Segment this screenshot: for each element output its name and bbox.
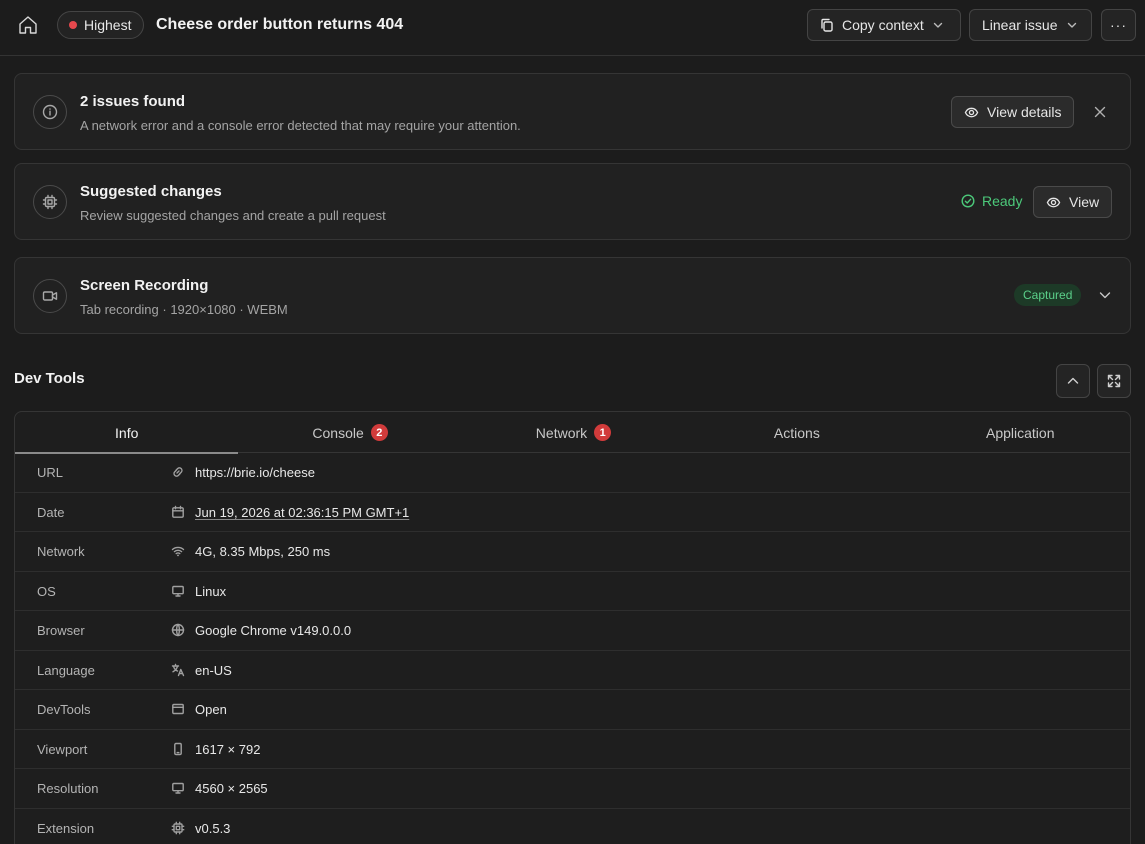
- tab-console-label: Console: [312, 424, 364, 441]
- tab-actions[interactable]: Actions: [685, 412, 908, 453]
- url-value[interactable]: https://brie.io/cheese: [195, 465, 315, 480]
- chip-icon: [171, 821, 185, 835]
- fullscreen-button[interactable]: [1097, 364, 1131, 398]
- dev-tools-title: Dev Tools: [14, 370, 85, 387]
- table-row: Date Jun 19, 2026 at 02:36:15 PM GMT+1: [15, 493, 1130, 532]
- info-icon: [33, 95, 67, 129]
- screen-recording-title: Screen Recording: [80, 277, 209, 294]
- calendar-icon: [171, 505, 185, 519]
- browser-value: Google Chrome v149.0.0.0: [195, 623, 352, 638]
- screen-recording-card[interactable]: Screen Recording Tab recording · 1920×10…: [14, 257, 1131, 334]
- chevron-up-icon: [1065, 373, 1081, 389]
- row-label: OS: [37, 583, 56, 599]
- monitor-icon: [171, 781, 185, 795]
- resolution-value: 4560 × 2565: [195, 781, 268, 796]
- dev-tools-panel: Info Console 2 Network 1 Actions Applica…: [14, 411, 1131, 844]
- chevron-down-icon: [932, 19, 944, 31]
- row-label: Language: [37, 662, 95, 678]
- network-value: 4G, 8.35 Mbps, 250 ms: [195, 544, 331, 559]
- row-label: Browser: [37, 623, 85, 638]
- tab-console[interactable]: Console 2: [238, 412, 461, 453]
- table-row: URL https://brie.io/cheese: [15, 453, 1130, 493]
- viewport-value: 1617 × 792: [195, 741, 261, 757]
- video-camera-icon: [33, 279, 67, 313]
- expand-icon: [1106, 373, 1122, 389]
- top-header: Highest Cheese order button returns 404 …: [0, 0, 1145, 56]
- chevron-down-icon[interactable]: [1097, 287, 1113, 303]
- table-row: Resolution 4560 × 2565: [15, 769, 1130, 809]
- home-icon[interactable]: [17, 14, 39, 36]
- tab-application-label: Application: [986, 424, 1055, 441]
- table-row: Language en-US: [15, 651, 1130, 690]
- globe-icon: [171, 623, 185, 637]
- language-value: en-US: [195, 662, 232, 678]
- phone-icon: [171, 742, 185, 756]
- network-count-badge: 1: [594, 424, 612, 441]
- extension-value: v0.5.3: [195, 820, 231, 836]
- tab-network[interactable]: Network 1: [462, 412, 685, 453]
- suggested-changes-subtitle: Review suggested changes and create a pu…: [80, 208, 386, 223]
- wifi-icon: [171, 544, 185, 558]
- tab-info[interactable]: Info: [15, 412, 239, 454]
- issue-title: Cheese order button returns 404: [156, 16, 404, 33]
- view-details-label: View details: [987, 104, 1062, 120]
- row-label: Date: [37, 504, 65, 520]
- tab-network-label: Network: [535, 424, 588, 441]
- row-label: Extension: [37, 820, 95, 836]
- screen-recording-subtitle: Tab recording · 1920×1080 · WEBM: [80, 302, 288, 317]
- ready-status: Ready: [961, 193, 1022, 209]
- devtools-value: Open: [195, 702, 227, 717]
- close-icon[interactable]: [1092, 104, 1108, 120]
- linear-issue-label: Linear issue: [982, 17, 1058, 33]
- copy-context-label: Copy context: [842, 17, 924, 33]
- dev-tools-tabs: Info Console 2 Network 1 Actions Applica…: [15, 412, 1130, 454]
- view-label: View: [1069, 194, 1100, 210]
- date-value[interactable]: Jun 19, 2026 at 02:36:15 PM GMT+1: [195, 505, 409, 520]
- check-circle-icon: [961, 194, 975, 208]
- row-label: Viewport: [37, 741, 88, 757]
- console-count-badge: 2: [370, 424, 388, 441]
- row-label: URL: [37, 465, 64, 480]
- table-row: Network 4G, 8.35 Mbps, 250 ms: [15, 532, 1130, 572]
- suggested-changes-title: Suggested changes: [80, 183, 222, 200]
- chip-icon: [33, 185, 67, 219]
- issues-card: 2 issues found A network error and a con…: [14, 73, 1131, 150]
- tab-info-label: Info: [115, 424, 139, 441]
- link-icon: [171, 465, 185, 479]
- row-label: Network: [37, 544, 85, 559]
- eye-icon: [1046, 195, 1061, 210]
- view-changes-button[interactable]: View: [1033, 186, 1112, 218]
- more-options-button[interactable]: ···: [1101, 9, 1136, 41]
- issues-title: 2 issues found: [80, 93, 186, 110]
- row-label: Resolution: [37, 781, 99, 796]
- priority-dot-icon: [69, 21, 77, 29]
- collapse-button[interactable]: [1056, 364, 1090, 398]
- linear-issue-button[interactable]: Linear issue: [969, 9, 1092, 41]
- issues-subtitle: A network error and a console error dete…: [80, 118, 521, 133]
- suggested-changes-card: Suggested changes Review suggested chang…: [14, 163, 1131, 240]
- monitor-icon: [171, 584, 185, 598]
- table-row: DevTools Open: [15, 690, 1130, 730]
- copy-context-button[interactable]: Copy context: [807, 9, 961, 41]
- os-value: Linux: [195, 583, 227, 599]
- priority-label: Highest: [84, 17, 132, 33]
- copy-icon: [820, 18, 834, 32]
- priority-badge[interactable]: Highest: [57, 11, 145, 39]
- chevron-down-icon: [1066, 19, 1078, 31]
- eye-icon: [964, 105, 979, 120]
- info-table: URL https://brie.io/cheese Date Jun 19, …: [15, 453, 1130, 844]
- table-row: Viewport 1617 × 792: [15, 730, 1130, 769]
- view-details-button[interactable]: View details: [951, 96, 1074, 128]
- ready-label: Ready: [982, 193, 1023, 209]
- table-row: Extension v0.5.3: [15, 809, 1130, 844]
- translate-icon: [171, 663, 185, 677]
- table-row: Browser Google Chrome v149.0.0.0: [15, 611, 1130, 651]
- tab-actions-label: Actions: [773, 424, 820, 441]
- captured-badge: Captured: [1014, 284, 1082, 306]
- table-row: OS Linux: [15, 572, 1130, 611]
- tab-application[interactable]: Application: [909, 412, 1130, 453]
- more-icon: ···: [1110, 17, 1127, 33]
- window-icon: [171, 702, 185, 716]
- row-label: DevTools: [37, 702, 91, 717]
